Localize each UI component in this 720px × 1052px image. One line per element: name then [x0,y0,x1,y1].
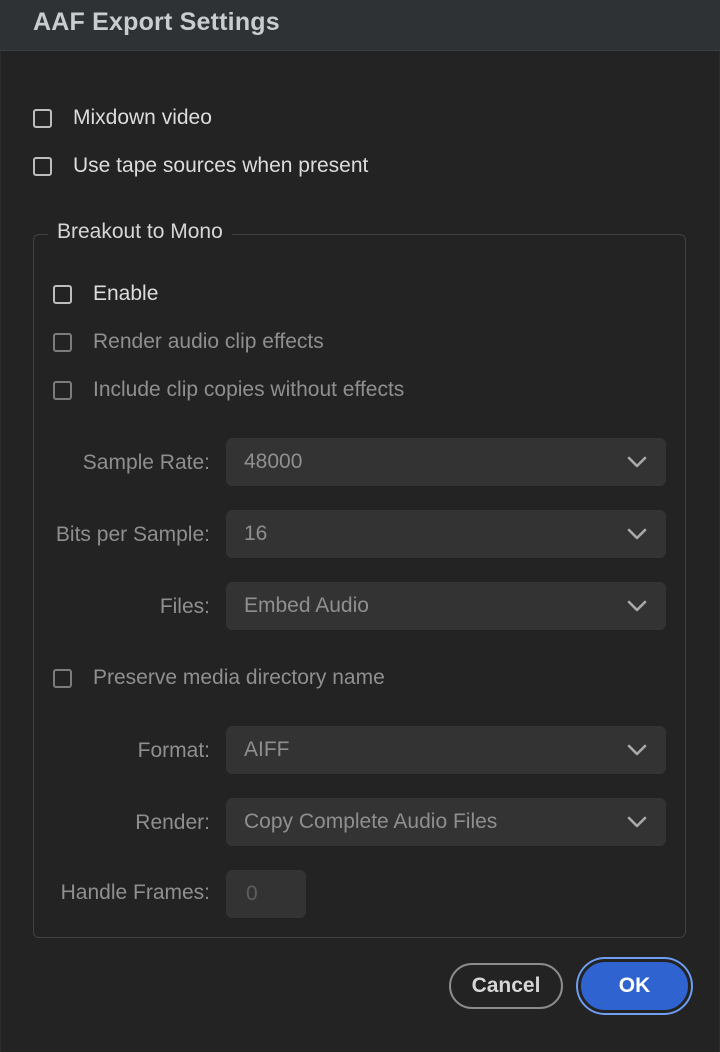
breakout-to-mono-legend: Breakout to Mono [48,220,232,244]
cancel-button[interactable]: Cancel [449,963,563,1009]
chevron-down-icon [627,816,647,828]
sample-rate-value: 48000 [244,450,303,473]
mixdown-video-option[interactable]: Mixdown video [33,103,212,133]
format-value: AIFF [244,738,290,761]
use-tape-sources-label: Use tape sources when present [73,154,369,177]
mixdown-video-checkbox[interactable] [33,108,52,128]
chevron-down-icon [627,528,647,540]
include-clip-copies-label: Include clip copies without effects [93,378,405,401]
chevron-down-icon [627,456,647,468]
enable-checkbox[interactable] [53,284,72,304]
use-tape-sources-checkbox[interactable] [33,156,52,176]
files-label: Files: [159,595,210,618]
bits-per-sample-label: Bits per Sample: [55,523,210,546]
preserve-media-directory-checkbox[interactable] [53,668,72,688]
render-label: Render: [135,811,210,834]
mixdown-video-label: Mixdown video [73,106,212,129]
handle-frames-value: 0 [246,882,258,905]
dialog-title: AAF Export Settings [33,8,280,36]
render-audio-clip-effects-option[interactable]: Render audio clip effects [53,327,324,357]
enable-label: Enable [93,282,159,305]
enable-option[interactable]: Enable [53,279,158,309]
bits-per-sample-dropdown[interactable]: 16 [226,510,666,558]
title-bar: AAF Export Settings [0,0,720,51]
render-audio-clip-effects-label: Render audio clip effects [93,330,324,353]
files-value: Embed Audio [244,594,369,617]
sample-rate-label: Sample Rate: [82,451,210,474]
render-dropdown[interactable]: Copy Complete Audio Files [226,798,666,846]
ok-button[interactable]: OK [578,959,691,1013]
format-label: Format: [137,739,210,762]
include-clip-copies-checkbox[interactable] [53,380,72,400]
files-dropdown[interactable]: Embed Audio [226,582,666,630]
preserve-media-directory-option[interactable]: Preserve media directory name [53,663,385,693]
bits-per-sample-value: 16 [244,522,268,545]
format-dropdown[interactable]: AIFF [226,726,666,774]
use-tape-sources-option[interactable]: Use tape sources when present [33,151,368,181]
preserve-media-directory-label: Preserve media directory name [93,666,385,689]
handle-frames-input[interactable]: 0 [226,870,306,918]
render-audio-clip-effects-checkbox[interactable] [53,332,72,352]
chevron-down-icon [627,744,647,756]
include-clip-copies-option[interactable]: Include clip copies without effects [53,375,404,405]
chevron-down-icon [627,600,647,612]
sample-rate-dropdown[interactable]: 48000 [226,438,666,486]
handle-frames-label: Handle Frames: [60,881,210,904]
render-value: Copy Complete Audio Files [244,810,498,833]
